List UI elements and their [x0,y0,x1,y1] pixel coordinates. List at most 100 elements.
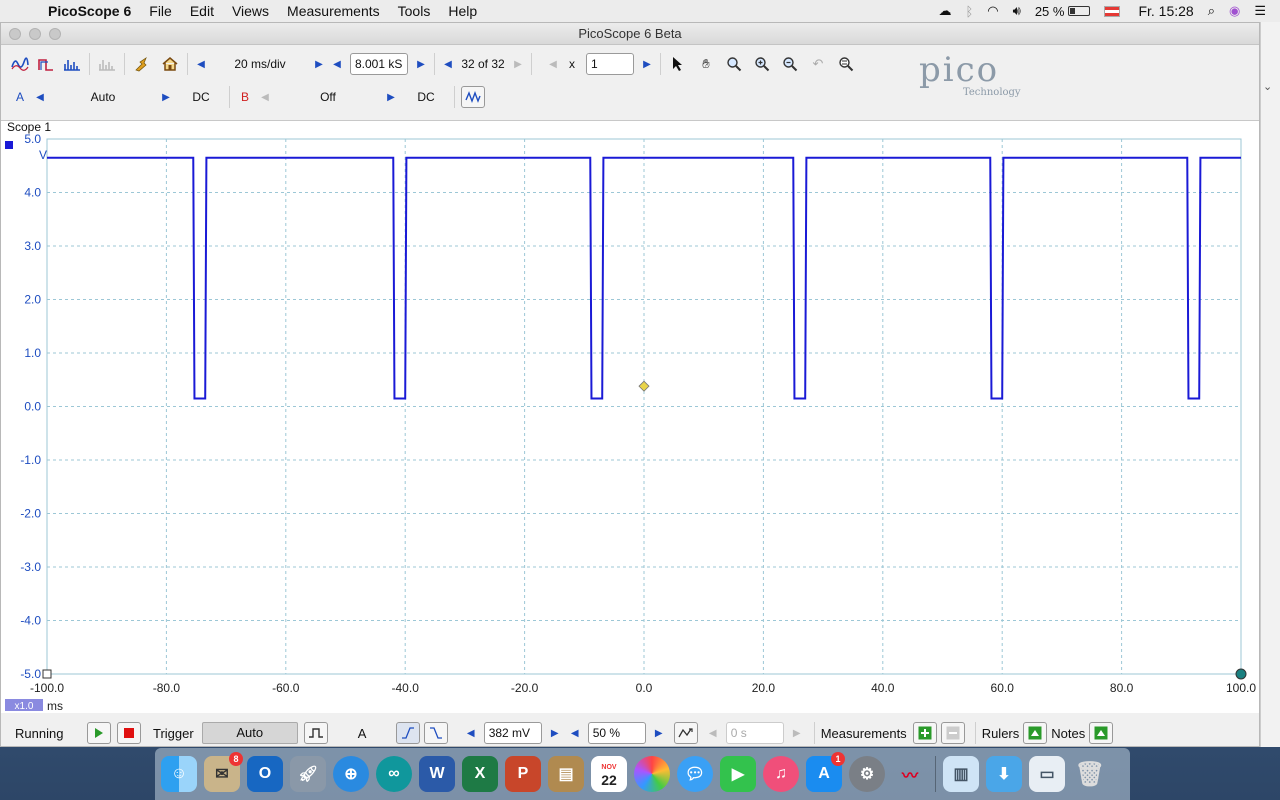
launchpad-icon[interactable]: 🚀︎ [290,756,326,792]
ruler-handle-icon[interactable] [1235,668,1247,680]
x-tick-label: -40.0 [392,681,420,695]
battery-icon[interactable] [1068,6,1091,16]
persistence-mode-icon[interactable] [35,53,57,75]
downloads-folder-icon[interactable]: ⬇ [986,756,1022,792]
trash-icon[interactable]: 🗑︎ [1072,756,1108,792]
trigger-threshold-field[interactable]: 382 mV [483,722,542,744]
outlook-icon[interactable]: O [247,756,283,792]
timebase-value[interactable]: 20 ms/div [208,57,312,71]
safari-icon[interactable]: ⊕ [333,756,369,792]
input-source-flag-icon[interactable] [1104,5,1121,17]
zoom-to-fit-icon[interactable] [835,53,857,75]
minimize-window-button[interactable] [29,27,41,40]
home-icon[interactable] [159,53,181,75]
chevron-down-icon[interactable]: ⌄ [1263,80,1272,93]
messages-icon[interactable]: 💬︎ [677,756,713,792]
menu-help[interactable]: Help [448,3,477,19]
calendar-icon[interactable]: NOV 22 [591,756,627,792]
y-tick-label: -2.0 [20,507,41,521]
samples-decrease-button[interactable]: ◀ [330,54,344,74]
app-store-icon[interactable]: A1 [806,752,845,792]
samples-field[interactable]: 8.001 kS [350,53,408,75]
facetime-icon[interactable]: ▶ [720,756,756,792]
samples-increase-button[interactable]: ▶ [414,54,428,74]
powerpoint-icon[interactable]: P [505,756,541,792]
zoom-window-button[interactable] [49,27,61,40]
zoom-increase-button[interactable]: ▶ [640,54,654,74]
picoscope-icon[interactable]: 〰 [892,756,928,792]
scope-view: Scope 1 5.0 4.0 3.0 2.0 1.0 0.0 -1.0 -2.0 -3.0 -4… [1,120,1259,713]
start-button[interactable] [87,722,111,744]
stop-button[interactable] [117,722,141,744]
spectrum-mode-icon[interactable] [61,53,83,75]
add-measurement-button[interactable] [912,722,937,744]
battery-percent[interactable]: 25 % [1035,4,1065,19]
photos-icon[interactable] [634,756,670,792]
axis-origin-handle[interactable] [42,669,52,679]
close-window-button[interactable] [9,27,21,40]
notebook-icon[interactable]: ▤ [548,756,584,792]
trigger-mode-select[interactable]: Auto [201,722,298,744]
scope-mode-icon[interactable] [9,53,31,75]
screenshot-stack-icon[interactable]: ▭ [1029,756,1065,792]
channel-a-indicator-icon[interactable] [5,141,13,149]
wifi-icon[interactable]: ◠ [987,3,998,19]
channel-b-range[interactable]: Off [272,90,384,104]
separator [531,53,532,75]
pre-trigger-field[interactable]: 50 % [587,722,646,744]
zoom-factor-field[interactable]: 1 [586,53,634,75]
notification-center-icon[interactable]: ☰ [1254,3,1266,19]
trigger-marker[interactable] [638,380,650,392]
bluetooth-icon[interactable]: ᛒ [965,4,973,19]
pretrigger-increase-button[interactable]: ▶ [652,723,666,743]
menu-views[interactable]: Views [232,3,269,19]
hand-pan-icon[interactable]: ✋︎ [695,53,717,75]
timebase-decrease-button[interactable]: ◀ [194,54,208,74]
channel-a-coupling[interactable]: DC [179,90,223,104]
mail-icon[interactable]: ✉ 8 [204,752,243,792]
threshold-increase-button[interactable]: ▶ [548,723,562,743]
rising-edge-button[interactable] [395,722,420,744]
notes-toggle-button[interactable] [1089,722,1114,744]
menu-tools[interactable]: Tools [398,3,431,19]
clock[interactable]: Fr. 15:28 [1138,3,1193,19]
scope-plot[interactable]: 5.0 4.0 3.0 2.0 1.0 0.0 -1.0 -2.0 -3.0 -4.0 -5.0 V -… [1,121,1259,714]
pretrigger-decrease-button[interactable]: ◀ [568,723,582,743]
threshold-decrease-button[interactable]: ◀ [464,723,478,743]
probe-icon[interactable] [131,53,153,75]
documents-folder-icon[interactable]: ▥ [943,756,979,792]
channel-a-range-increase-button[interactable]: ▶ [159,87,173,107]
zoom-select-icon[interactable] [723,53,745,75]
menu-file[interactable]: File [149,3,172,19]
menu-app-name[interactable]: PicoScope 6 [48,3,131,19]
signal-generator-button[interactable] [461,86,485,108]
finder-icon[interactable]: ☺ [161,756,197,792]
menu-measurements[interactable]: Measurements [287,3,380,19]
rulers-toggle-button[interactable] [1023,722,1048,744]
falling-edge-button[interactable] [423,722,448,744]
buffer-navigator[interactable]: 32 of 32 [455,57,511,71]
post-trigger-delay-button[interactable] [673,722,698,744]
zoom-out-icon[interactable] [779,53,801,75]
system-preferences-icon[interactable]: ⚙ [849,756,885,792]
cloud-icon[interactable]: ☁ [938,3,951,19]
trigger-channel[interactable]: A [358,726,378,741]
siri-icon[interactable]: ◉ [1229,3,1240,19]
pointer-tool-icon[interactable] [667,53,689,75]
excel-icon[interactable]: X [462,756,498,792]
arduino-icon[interactable]: ∞ [376,756,412,792]
word-icon[interactable]: W [419,756,455,792]
itunes-icon[interactable]: ♫ [763,756,799,792]
channel-b-coupling[interactable]: DC [404,90,448,104]
zoom-in-icon[interactable] [751,53,773,75]
advanced-trigger-button[interactable] [303,722,328,744]
volume-icon[interactable]: 🔊︎ [1013,3,1021,19]
spotlight-search-icon[interactable]: ⌕ [1208,3,1215,19]
apple-icon[interactable] [20,3,36,19]
channel-a-range[interactable]: Auto [47,90,159,104]
menu-edit[interactable]: Edit [190,3,214,19]
channel-b-range-increase-button[interactable]: ▶ [384,87,398,107]
buffer-prev-button[interactable]: ◀ [441,54,455,74]
timebase-increase-button[interactable]: ▶ [312,54,326,74]
channel-a-range-decrease-button[interactable]: ◀ [33,87,47,107]
